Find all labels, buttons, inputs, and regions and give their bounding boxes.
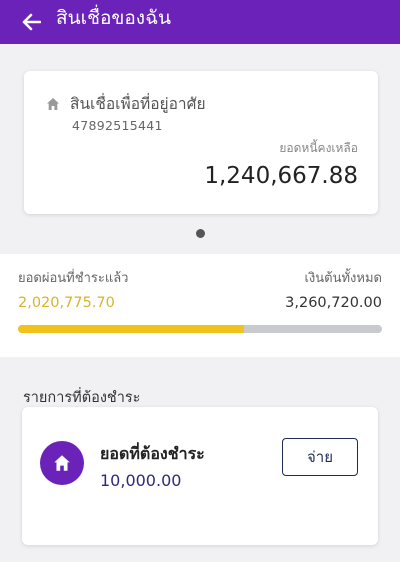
balance-label: ยอดหนี้คงเหลือ [279,141,358,155]
due-item-avatar [40,441,84,485]
pay-button[interactable]: จ่าย [282,438,358,476]
loan-header: สินเชื่อเพื่อที่อยู่อาศัย [46,91,206,116]
page-indicator-dot [196,229,205,238]
paid-label: ยอดผ่อนที่ชำระแล้ว [18,271,129,286]
app-bar: สินเชื่อของฉัน [0,0,400,44]
home-icon [54,455,70,471]
total-principal-value: 3,260,720.00 [285,295,382,311]
repayment-progress-bar [18,325,382,333]
loan-card[interactable]: สินเชื่อเพื่อที่อยู่อาศัย 47892515441 ยอ… [24,71,378,214]
page-title: สินเชื่อของฉัน [56,7,171,29]
due-item-label: ยอดที่ต้องชำระ [100,444,205,463]
due-section-title: รายการที่ต้องชำระ [23,390,141,406]
home-icon [47,97,59,110]
paid-value: 2,020,775.70 [18,295,115,311]
total-principal-label: เงินต้นทั้งหมด [304,271,382,286]
due-item-card[interactable]: ยอดที่ต้องชำระ 10,000.00 จ่าย [22,407,378,545]
due-item-amount: 10,000.00 [100,471,182,490]
arrow-left-icon [22,13,41,31]
repayment-progress-fill [18,325,244,333]
back-button[interactable] [16,7,46,37]
balance-value: 1,240,667.88 [204,163,358,189]
repayment-progress-panel: ยอดผ่อนที่ชำระแล้ว เงินต้นทั้งหมด 2,020,… [0,254,400,357]
loan-name: สินเชื่อเพื่อที่อยู่อาศัย [70,95,206,113]
loan-account-number: 47892515441 [72,118,163,133]
